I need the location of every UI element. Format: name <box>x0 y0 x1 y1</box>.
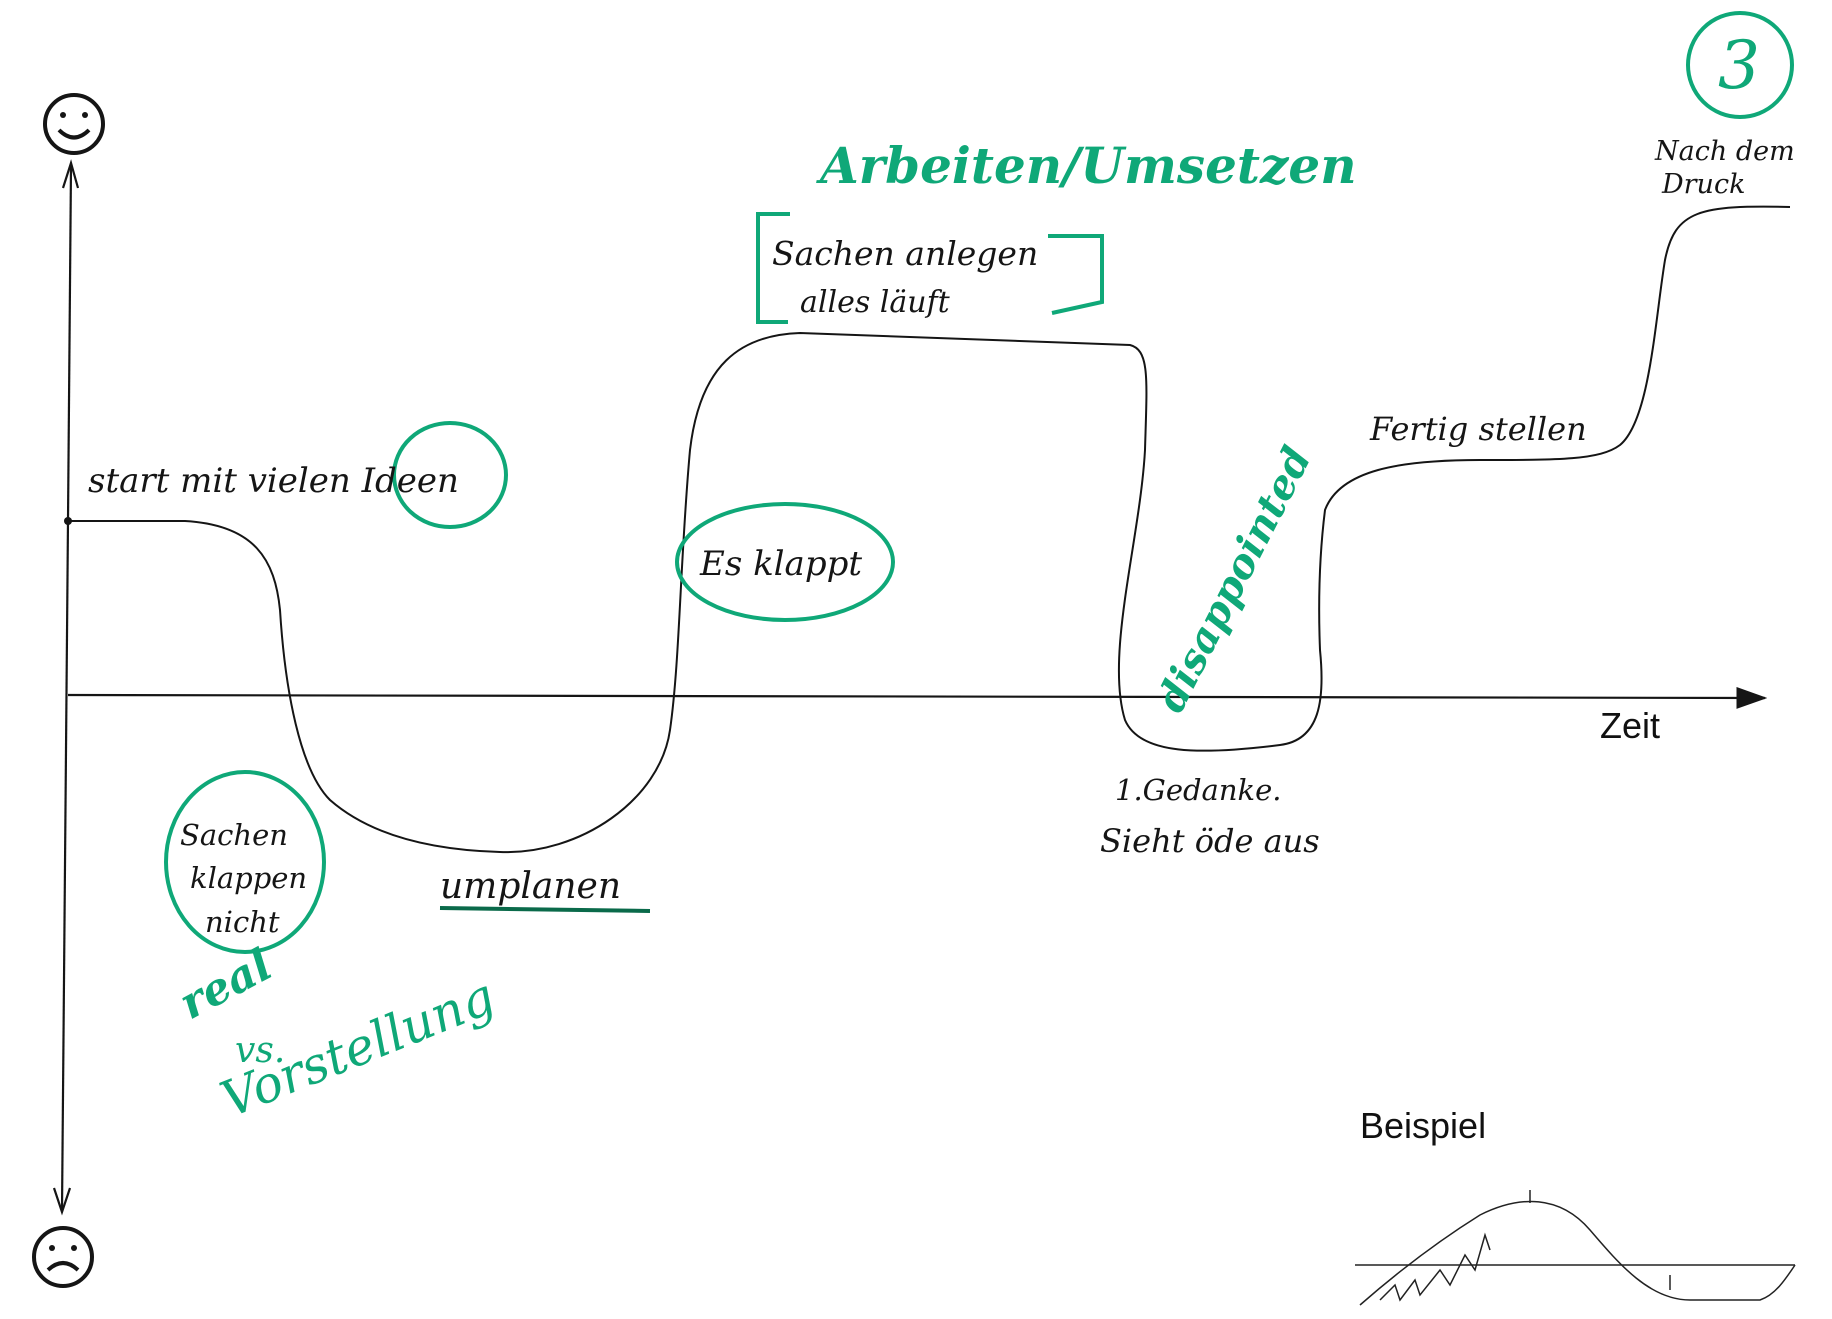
vertical-axis-up <box>66 165 73 521</box>
label-gedanke-1: 1.Gedanke. <box>1115 773 1281 807</box>
annotation-disappointed: disappointed <box>1147 439 1321 719</box>
label-beispiel: Beispiel <box>1360 1105 1486 1146</box>
label-fertig-stellen: Fertig stellen <box>1369 410 1587 448</box>
underline-umplanen <box>439 906 651 913</box>
annotation-page-number: 3 <box>1718 27 1760 104</box>
label-gedanke-2: Sieht öde aus <box>1100 822 1320 860</box>
smiley-happy-icon <box>43 93 105 155</box>
label-zeit: Zeit <box>1600 705 1660 746</box>
beispiel-thumbnail <box>1355 1190 1796 1306</box>
mood-curve-diagram: Zeit start mit vielen Ideen Sachen klapp… <box>32 11 1796 1306</box>
smiley-sad-icon <box>32 1226 94 1288</box>
vertical-axis-down <box>60 519 70 1211</box>
label-nach-druck-2: Druck <box>1661 169 1745 200</box>
label-sachen-klappen-nicht-1: Sachen <box>180 818 288 852</box>
label-umplanen: umplanen <box>440 866 621 907</box>
label-sachen-klappen-nicht-3: nicht <box>205 905 280 939</box>
time-axis <box>67 686 1768 709</box>
label-start: start mit vielen Ideen <box>88 461 459 501</box>
annotation-arbeiten: Arbeiten/Umsetzen <box>816 136 1357 195</box>
annotation-real: real <box>171 939 280 1029</box>
label-nach-druck-1: Nach dem <box>1654 136 1795 167</box>
label-sachen-klappen-nicht-2: klappen <box>190 861 307 895</box>
label-es-klappt: Es klappt <box>699 544 862 584</box>
label-sachen-anlegen-2: alles läuft <box>800 285 951 320</box>
label-sachen-anlegen-1: Sachen anlegen <box>772 234 1038 273</box>
